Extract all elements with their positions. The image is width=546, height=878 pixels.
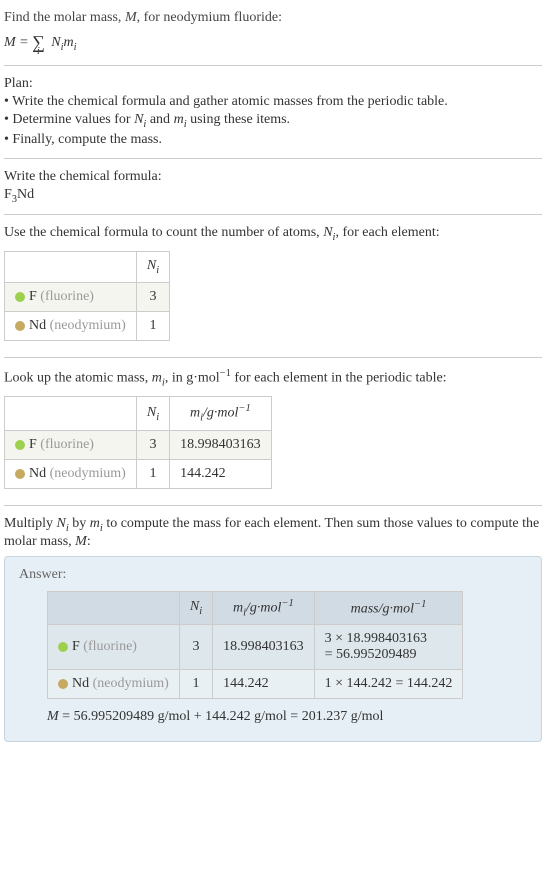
plan-item: • Finally, compute the mass. [4,132,542,148]
element-cell: Nd (neodymium) [5,459,137,488]
count-table: Ni F (fluorine) 3 Nd (neodymium) 1 [4,251,170,341]
plan-item-text: Finally, compute the mass. [12,132,162,147]
ni-cell: 3 [136,282,169,311]
ni-cell: 1 [136,311,169,340]
table-header-ni: Ni [179,591,212,624]
table-header-ni: Ni [136,252,169,283]
answer-table: Ni mi/g·mol−1 mass/g·mol−1 F (fluorine) … [47,591,463,699]
element-cell: F (fluorine) [5,282,137,311]
element-name: (fluorine) [83,639,137,654]
element-symbol: Nd [29,318,46,333]
chemical-formula: F3Nd [4,187,542,205]
element-symbol: F [72,639,80,654]
element-dot-icon [15,440,25,450]
formula-section: Write the chemical formula: F3Nd [4,159,542,216]
element-dot-icon [58,679,68,689]
mass-line-1: 3 × 18.998403163 [325,631,427,646]
mass-line-2: = 56.995209489 [325,647,417,662]
mi-cell: 144.242 [170,459,272,488]
mass-title: Look up the atomic mass, mi, in g·mol−1 … [4,368,542,388]
ni-cell: 1 [136,459,169,488]
element-cell: F (fluorine) [5,430,137,459]
table-header-mi: mi/g·mol−1 [170,397,272,430]
answer-box: Answer: Ni mi/g·mol−1 mass/g·mol−1 F (fl… [4,556,542,742]
formula-title: Write the chemical formula: [4,169,542,185]
compute-text: Multiply Ni by mi to compute the mass fo… [4,516,542,550]
element-name: (neodymium) [93,676,169,691]
element-name: (neodymium) [50,466,126,481]
answer-label: Answer: [19,567,527,583]
table-header-mi: mi/g·mol−1 [213,591,315,624]
intro-section: Find the molar mass, M, for neodymium fl… [4,0,542,66]
ni-cell: 3 [136,430,169,459]
element-cell: Nd (neodymium) [5,311,137,340]
table-header-mass: mass/g·mol−1 [314,591,463,624]
plan-item: • Determine values for Ni and mi using t… [4,112,542,130]
answer-inner: Ni mi/g·mol−1 mass/g·mol−1 F (fluorine) … [19,591,527,725]
table-header-ni: Ni [136,397,169,430]
table-header-blank [5,397,137,430]
element-name: (fluorine) [40,289,94,304]
table-header-blank [5,252,137,283]
element-dot-icon [15,321,25,331]
element-dot-icon [15,469,25,479]
table-header-blank [48,591,180,624]
answer-result: M = 56.995209489 g/mol + 144.242 g/mol =… [47,709,527,725]
plan-title: Plan: [4,76,542,92]
plan-section: Plan: • Write the chemical formula and g… [4,66,542,159]
table-row: F (fluorine) 3 18.998403163 [5,430,272,459]
element-name: (fluorine) [40,437,94,452]
mass-cell: 1 × 144.242 = 144.242 [314,670,463,699]
ni-cell: 3 [179,625,212,670]
table-row: Nd (neodymium) 1 [5,311,170,340]
count-section: Use the chemical formula to count the nu… [4,215,542,358]
mi-cell: 18.998403163 [213,625,315,670]
element-dot-icon [15,292,25,302]
table-row: Nd (neodymium) 1 144.242 [5,459,272,488]
element-symbol: F [29,289,37,304]
table-row: Nd (neodymium) 1 144.242 1 × 144.242 = 1… [48,670,463,699]
intro-formula: M = ∑i Nimi [4,30,542,53]
mass-cell: 3 × 18.998403163= 56.995209489 [314,625,463,670]
element-cell: Nd (neodymium) [48,670,180,699]
mi-cell: 144.242 [213,670,315,699]
intro-line-1: Find the molar mass, M, for neodymium fl… [4,10,542,26]
mass-section: Look up the atomic mass, mi, in g·mol−1 … [4,358,542,506]
plan-item-text: Write the chemical formula and gather at… [12,94,448,109]
element-symbol: Nd [72,676,89,691]
element-name: (neodymium) [50,318,126,333]
element-symbol: Nd [29,466,46,481]
plan-item: • Write the chemical formula and gather … [4,94,542,110]
table-row: F (fluorine) 3 18.998403163 3 × 18.99840… [48,625,463,670]
element-dot-icon [58,642,68,652]
table-row: F (fluorine) 3 [5,282,170,311]
compute-section: Multiply Ni by mi to compute the mass fo… [4,506,542,750]
mi-cell: 18.998403163 [170,430,272,459]
count-title: Use the chemical formula to count the nu… [4,225,542,243]
ni-cell: 1 [179,670,212,699]
element-cell: F (fluorine) [48,625,180,670]
mass-table: Ni mi/g·mol−1 F (fluorine) 3 18.99840316… [4,396,272,488]
element-symbol: F [29,437,37,452]
